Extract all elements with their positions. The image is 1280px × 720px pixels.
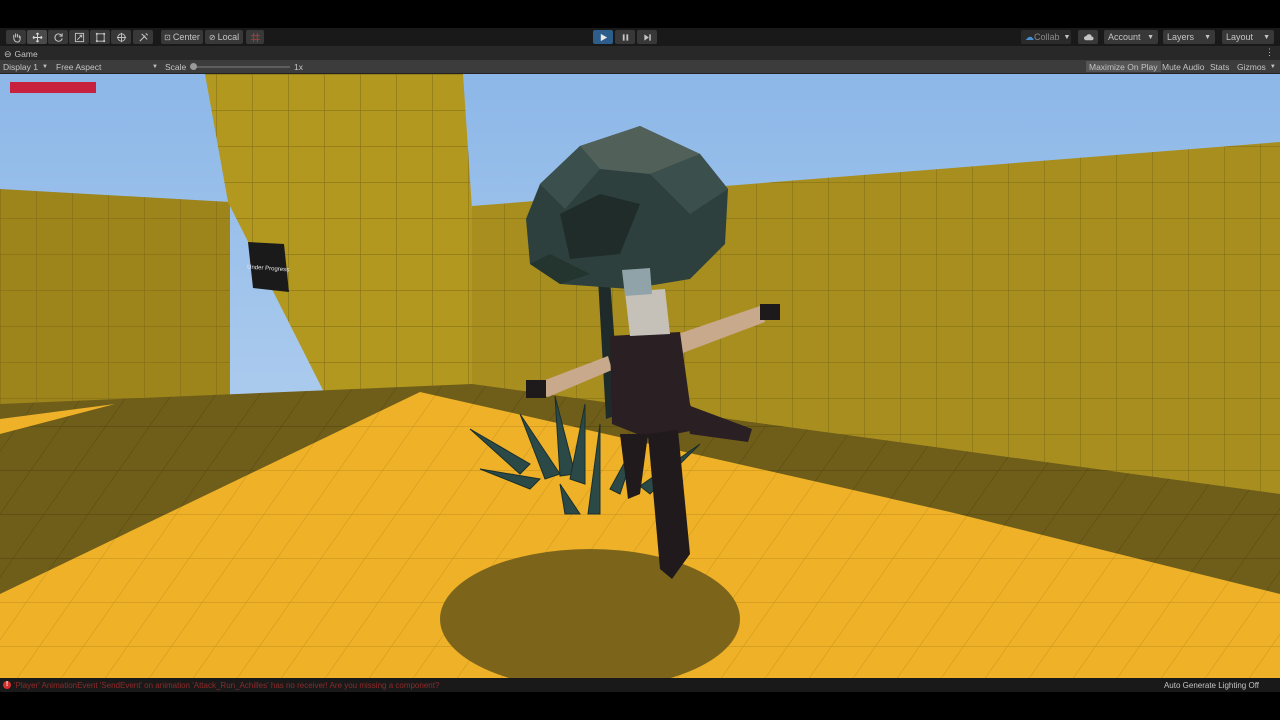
hair — [622, 268, 652, 296]
chevron-down-icon: ▼ — [41, 63, 48, 70]
gamepad-icon: ⊖ — [4, 48, 12, 59]
game-scene: Under Progress — [0, 74, 1280, 678]
scale-slider-handle[interactable] — [190, 63, 197, 70]
scale-tool-button[interactable] — [69, 30, 89, 44]
pivot-space-button[interactable]: ⊘ Local — [205, 30, 243, 44]
head — [625, 289, 670, 336]
chevron-down-icon: ▼ — [1204, 33, 1211, 41]
account-label: Account — [1108, 32, 1141, 42]
play-icon — [600, 33, 607, 41]
maximize-on-play-toggle[interactable]: Maximize On Play — [1086, 61, 1161, 72]
letterbox-bottom — [0, 692, 1280, 720]
pivot-icon: ⊡ — [164, 32, 171, 42]
more-options-icon[interactable]: ⋮ — [1265, 47, 1274, 58]
mute-audio-toggle[interactable]: Mute Audio — [1162, 61, 1205, 72]
chevron-down-icon: ▼ — [152, 63, 158, 70]
globe-icon: ⊘ — [208, 32, 216, 42]
chevron-down-icon: ▼ — [1147, 33, 1154, 41]
game-view-toolbar: Display 1 ▼ Free Aspect ▼ Scale 1x Maxim… — [0, 60, 1280, 74]
display-dropdown[interactable]: Display 1 ▼ — [3, 61, 48, 72]
cloud-icon — [1083, 33, 1094, 40]
maximize-label: Maximize On Play — [1089, 61, 1158, 72]
chevron-down-icon: ▼ — [1263, 33, 1270, 41]
tools-icon — [138, 32, 148, 42]
transform-icon — [116, 32, 126, 42]
layout-label: Layout — [1226, 32, 1254, 42]
aspect-label: Free Aspect — [56, 61, 102, 72]
pause-icon — [622, 33, 628, 41]
collab-icon: ☁ — [1025, 31, 1034, 42]
scale-value: 1x — [294, 61, 303, 72]
grid-icon — [250, 32, 260, 42]
space-label: Local — [217, 32, 240, 42]
hand-icon — [12, 32, 21, 43]
game-viewport[interactable]: Under Progress — [0, 74, 1280, 678]
game-tab-header: ⊖ Game ⋮ — [0, 46, 1280, 60]
layout-dropdown[interactable]: Layout ▼ — [1222, 30, 1274, 44]
right-glove — [760, 304, 780, 320]
mute-label: Mute Audio — [1162, 61, 1205, 72]
pause-button[interactable] — [615, 30, 635, 44]
scale-label: Scale — [165, 61, 187, 72]
pivot-label: Center — [172, 32, 200, 42]
error-icon: ! — [3, 681, 11, 689]
display-label: Display 1 — [3, 61, 38, 72]
layers-label: Layers — [1167, 32, 1195, 42]
rect-tool-button[interactable] — [90, 30, 110, 44]
lighting-status[interactable]: Auto Generate Lighting Off — [1164, 681, 1259, 690]
stats-toggle[interactable]: Stats — [1210, 61, 1229, 72]
play-button[interactable] — [593, 30, 613, 44]
hand-tool-button[interactable] — [6, 30, 26, 44]
rect-icon — [95, 32, 105, 42]
main-toolbar: ⊡ Center ⊘ Local ☁ Collab ▼ Account ▼ La… — [0, 28, 1280, 46]
scale-icon — [74, 32, 84, 42]
move-tool-button[interactable] — [27, 30, 47, 44]
chevron-down-icon: ▼ — [1063, 33, 1071, 41]
stats-label: Stats — [1210, 61, 1230, 72]
game-tab[interactable]: ⊖ Game — [4, 48, 38, 60]
cloud-button[interactable] — [1078, 30, 1098, 44]
left-glove — [526, 380, 546, 398]
account-dropdown[interactable]: Account ▼ — [1104, 30, 1158, 44]
collab-dropdown[interactable]: ☁ Collab ▼ — [1021, 30, 1071, 44]
gizmos-label: Gizmos — [1237, 61, 1266, 72]
gizmos-dropdown[interactable]: Gizmos ▼ — [1237, 61, 1276, 72]
console-error-message[interactable]: 'Player' AnimationEvent 'SendEvent' on a… — [14, 681, 439, 690]
pivot-center-button[interactable]: ⊡ Center — [161, 30, 203, 44]
collab-label: Collab — [1034, 32, 1060, 42]
scale-slider-track[interactable] — [193, 66, 290, 68]
chevron-down-icon: ▼ — [1269, 63, 1276, 70]
health-bar — [10, 82, 96, 93]
aspect-dropdown[interactable]: Free Aspect ▼ — [56, 61, 158, 72]
rotate-icon — [53, 32, 63, 42]
step-button[interactable] — [637, 30, 657, 44]
rotate-tool-button[interactable] — [48, 30, 68, 44]
step-icon — [643, 33, 651, 41]
letterbox-top — [0, 0, 1280, 28]
move-icon — [32, 32, 42, 42]
custom-tool-button[interactable] — [133, 30, 153, 44]
transform-tool-button[interactable] — [111, 30, 131, 44]
grid-snap-button[interactable] — [246, 30, 264, 44]
game-tab-title: Game — [14, 49, 38, 59]
layers-dropdown[interactable]: Layers ▼ — [1163, 30, 1215, 44]
status-bar[interactable]: ! 'Player' AnimationEvent 'SendEvent' on… — [0, 678, 1280, 692]
